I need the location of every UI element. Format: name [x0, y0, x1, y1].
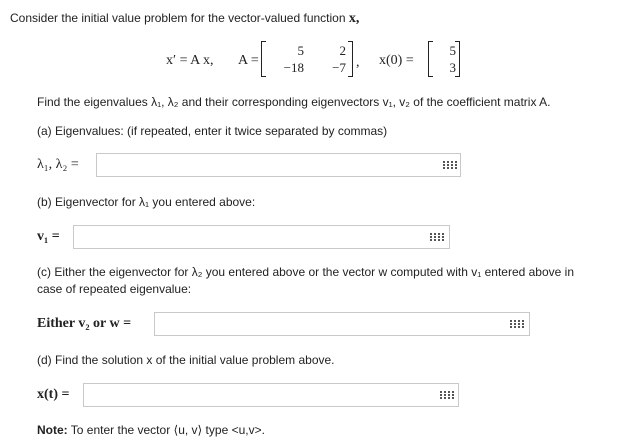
eigenvalues-input[interactable] — [96, 153, 461, 177]
part-d-label: x(t) = — [37, 387, 70, 402]
intro-var: x, — [348, 11, 360, 26]
note: Note: To enter the vector ⟨u, v⟩ type <u… — [37, 423, 265, 437]
eigenvector-v1-input[interactable] — [73, 225, 450, 249]
matrix-a-21: −18 — [283, 60, 304, 75]
grid-icon[interactable] — [439, 390, 454, 401]
solution-input[interactable] — [83, 383, 459, 407]
part-b-label: v₁ = — [37, 229, 60, 244]
matrix-comma: , — [356, 55, 360, 70]
note-text: To enter the vector ⟨u, v⟩ type <u,v>. — [70, 423, 265, 437]
matrix-a-22: −7 — [332, 60, 346, 75]
ode-equation: x′ = A x, — [166, 53, 214, 68]
part-c-prompt-line2: case of repeated eigenvalue: — [37, 282, 192, 296]
matrix-a-label: A = — [238, 53, 259, 68]
x0-2: 3 — [449, 60, 457, 75]
part-d-prompt: (d) Find the solution x of the initial v… — [37, 353, 335, 367]
matrix-a-11: 5 — [297, 43, 305, 58]
matrix-a-12: 2 — [339, 43, 347, 58]
part-c-label: Either v₂ or w = — [37, 316, 132, 331]
part-a-label: λ₁, λ₂ = — [37, 157, 79, 172]
grid-icon[interactable] — [442, 160, 457, 171]
part-a-prompt: (a) Eigenvalues: (if repeated, enter it … — [37, 124, 388, 138]
x0-1: 5 — [449, 43, 457, 58]
eigenvector-v2-or-w-input[interactable] — [154, 312, 530, 336]
intro-text: Consider the initial value problem for t… — [10, 11, 360, 26]
part-c-prompt-line1: (c) Either the eigenvector for λ₂ you en… — [37, 265, 574, 279]
note-bold: Note: — [37, 423, 68, 437]
part-b-prompt: (b) Eigenvector for λ₁ you entered above… — [37, 195, 256, 209]
grid-icon[interactable] — [429, 232, 444, 243]
grid-icon[interactable] — [509, 319, 524, 330]
initial-condition-label: x(0) = — [379, 53, 414, 68]
instructions-text: Find the eigenvalues λ₁, λ₂ and their co… — [37, 95, 551, 109]
